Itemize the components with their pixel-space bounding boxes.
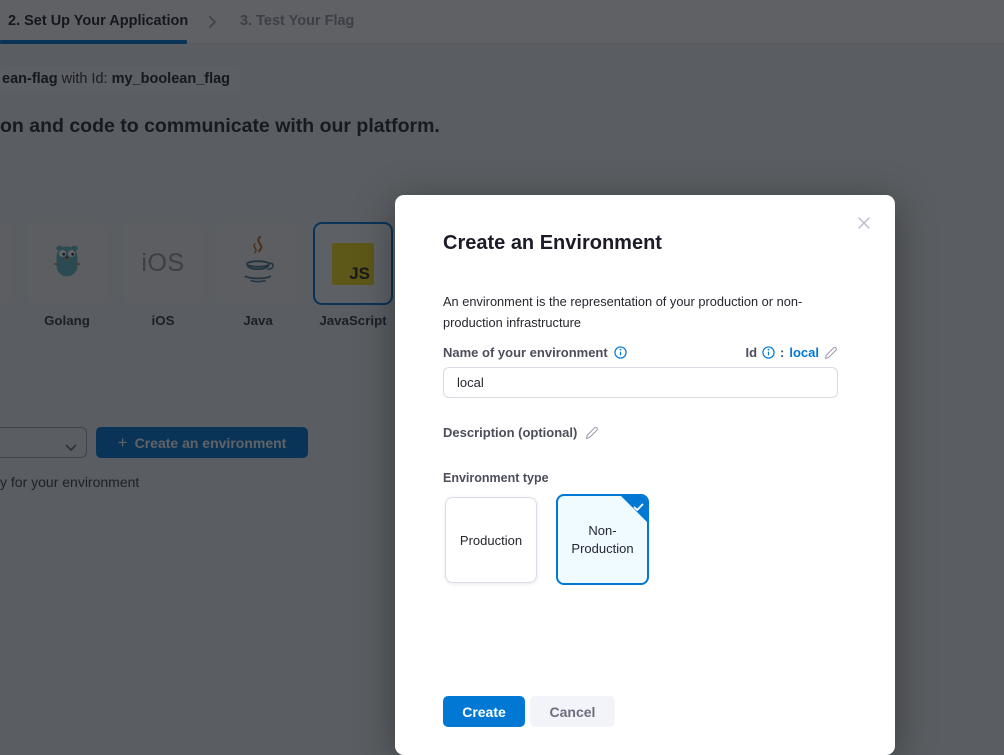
close-icon[interactable] [854,213,874,233]
edit-pencil-icon[interactable] [824,346,838,360]
id-row: Id : local [745,345,838,360]
non-production-card-label: Non-Production [568,522,638,558]
environment-type-label: Environment type [443,471,549,485]
id-label: Id [745,345,757,360]
environment-type-production-card[interactable]: Production [445,497,537,583]
modal-title: Create an Environment [443,232,662,255]
info-icon[interactable] [762,346,775,359]
id-value: local [789,345,819,360]
cancel-button[interactable]: Cancel [530,696,615,727]
environment-name-input[interactable] [443,367,838,398]
app-screen: 2. Set Up Your Application 3. Test Your … [0,0,1004,755]
name-field-label-group: Name of your environment [443,345,627,360]
production-card-label: Production [460,533,522,548]
name-field-label: Name of your environment [443,345,608,360]
id-separator: : [780,345,784,360]
description-field-row: Description (optional) [443,425,599,440]
info-icon[interactable] [614,346,627,359]
create-button[interactable]: Create [443,696,525,727]
edit-pencil-icon[interactable] [585,426,599,440]
create-environment-modal: Create an Environment An environment is … [395,195,895,755]
description-field-label: Description (optional) [443,425,577,440]
checkmark-icon [633,500,644,515]
name-and-id-row: Name of your environment Id : local [443,345,838,360]
environment-type-non-production-card-selected[interactable]: Non-Production [556,494,649,585]
modal-description: An environment is the representation of … [443,291,803,333]
